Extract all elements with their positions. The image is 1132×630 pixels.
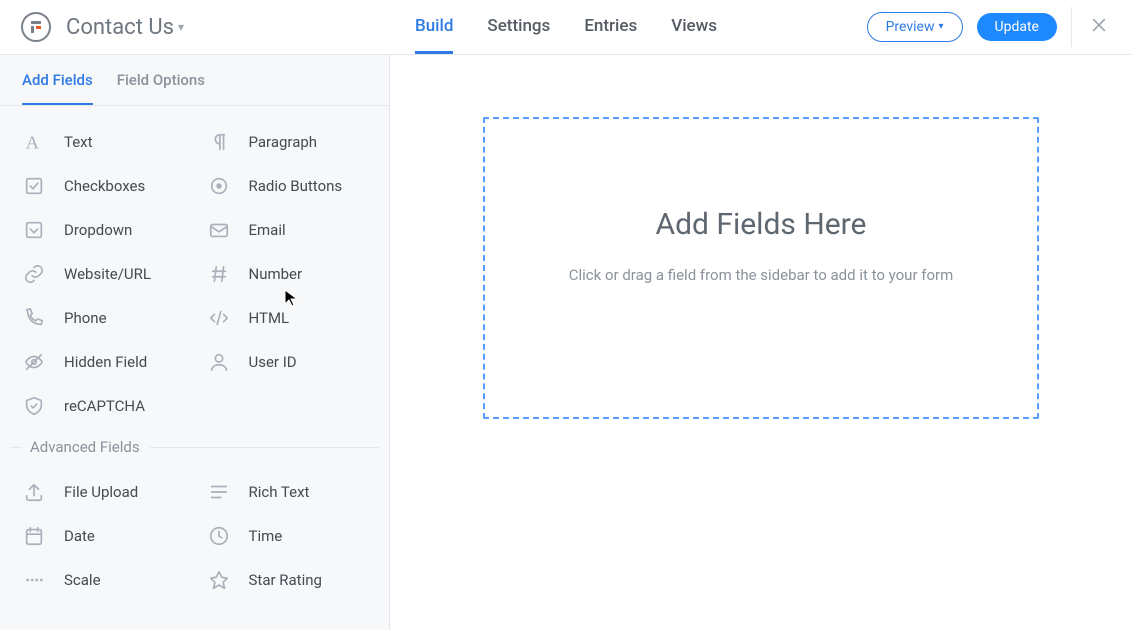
dropzone-title: Add Fields Here [656,207,867,242]
svg-text:A: A [26,132,40,152]
top-actions: Preview ▾ Update [867,7,1112,47]
caret-down-icon: ▾ [939,22,944,32]
dropzone-subtitle: Click or drag a field from the sidebar t… [569,266,954,284]
form-title-dropdown[interactable]: Contact Us ▾ [66,15,184,40]
field-label: File Upload [64,483,138,501]
preview-button[interactable]: Preview ▾ [867,12,963,42]
user-icon [207,350,231,374]
dropdown-icon [22,218,46,242]
hidden-icon [22,350,46,374]
calendar-icon [22,524,46,548]
field-time[interactable]: Time [195,514,380,558]
paragraph-icon [207,130,231,154]
field-scale[interactable]: Scale [10,558,195,602]
dropzone[interactable]: Add Fields Here Click or drag a field fr… [483,117,1039,419]
field-label: Scale [64,571,101,589]
field-label: User ID [249,353,297,371]
link-icon [22,262,46,286]
field-text[interactable]: A Text [10,120,195,164]
field-label: reCAPTCHA [64,397,145,415]
field-label: Hidden Field [64,353,147,371]
tab-build[interactable]: Build [415,0,453,54]
field-rich-text[interactable]: Rich Text [195,470,380,514]
number-icon [207,262,231,286]
preview-label: Preview [886,20,935,34]
tab-views[interactable]: Views [671,0,717,54]
field-label: Phone [64,309,107,327]
field-paragraph[interactable]: Paragraph [195,120,380,164]
field-label: Rich Text [249,483,310,501]
field-email[interactable]: Email [195,208,380,252]
html-icon [207,306,231,330]
field-dropdown[interactable]: Dropdown [10,208,195,252]
phone-icon [22,306,46,330]
advanced-text: Advanced Fields [30,438,140,456]
field-phone[interactable]: Phone [10,296,195,340]
field-userid[interactable]: User ID [195,340,380,384]
sidebar-tabs: Add Fields Field Options [0,55,389,106]
app-logo-icon [20,11,52,43]
advanced-fields: File Upload Rich Text Date Time Scale St… [0,462,389,606]
caret-down-icon: ▾ [178,20,184,34]
field-checkboxes[interactable]: Checkboxes [10,164,195,208]
field-label: HTML [249,309,290,327]
field-file-upload[interactable]: File Upload [10,470,195,514]
field-label: Paragraph [249,133,318,151]
field-radio[interactable]: Radio Buttons [195,164,380,208]
field-label: Text [64,133,93,151]
checkbox-icon [22,174,46,198]
field-label: Number [249,265,303,283]
field-website[interactable]: Website/URL [10,252,195,296]
field-star[interactable]: Star Rating [195,558,380,602]
field-label: Date [64,527,95,545]
field-recaptcha[interactable]: reCAPTCHA [10,384,195,428]
field-number[interactable]: Number [195,252,380,296]
main-tabs: Build Settings Entries Views [415,0,717,54]
star-icon [207,568,231,592]
separator [1071,7,1072,47]
field-label: Checkboxes [64,177,145,195]
tab-settings[interactable]: Settings [487,0,550,54]
sidebar-tab-add-fields[interactable]: Add Fields [22,71,93,105]
field-html[interactable]: HTML [195,296,380,340]
field-label: Email [249,221,286,239]
field-label: Radio Buttons [249,177,343,195]
field-label: Website/URL [64,265,151,283]
field-hidden[interactable]: Hidden Field [10,340,195,384]
top-bar: Contact Us ▾ Build Settings Entries View… [0,0,1132,55]
shield-icon [22,394,46,418]
form-title-text: Contact Us [66,15,174,40]
email-icon [207,218,231,242]
text-icon: A [22,130,46,154]
field-label: Time [249,527,283,545]
upload-icon [22,480,46,504]
field-date[interactable]: Date [10,514,195,558]
clock-icon [207,524,231,548]
tab-entries[interactable]: Entries [584,0,637,54]
radio-icon [207,174,231,198]
scale-icon [22,568,46,592]
richtext-icon [207,480,231,504]
sidebar-tab-field-options[interactable]: Field Options [117,71,205,105]
sidebar: Add Fields Field Options A Text Paragrap… [0,55,390,630]
canvas: Add Fields Here Click or drag a field fr… [390,55,1132,630]
update-button[interactable]: Update [977,13,1057,41]
field-label: Dropdown [64,221,132,239]
advanced-section-label: Advanced Fields [0,432,389,462]
close-icon[interactable] [1086,11,1112,43]
basic-fields: A Text Paragraph Checkboxes Radio Button… [0,106,389,432]
field-label: Star Rating [249,571,322,589]
